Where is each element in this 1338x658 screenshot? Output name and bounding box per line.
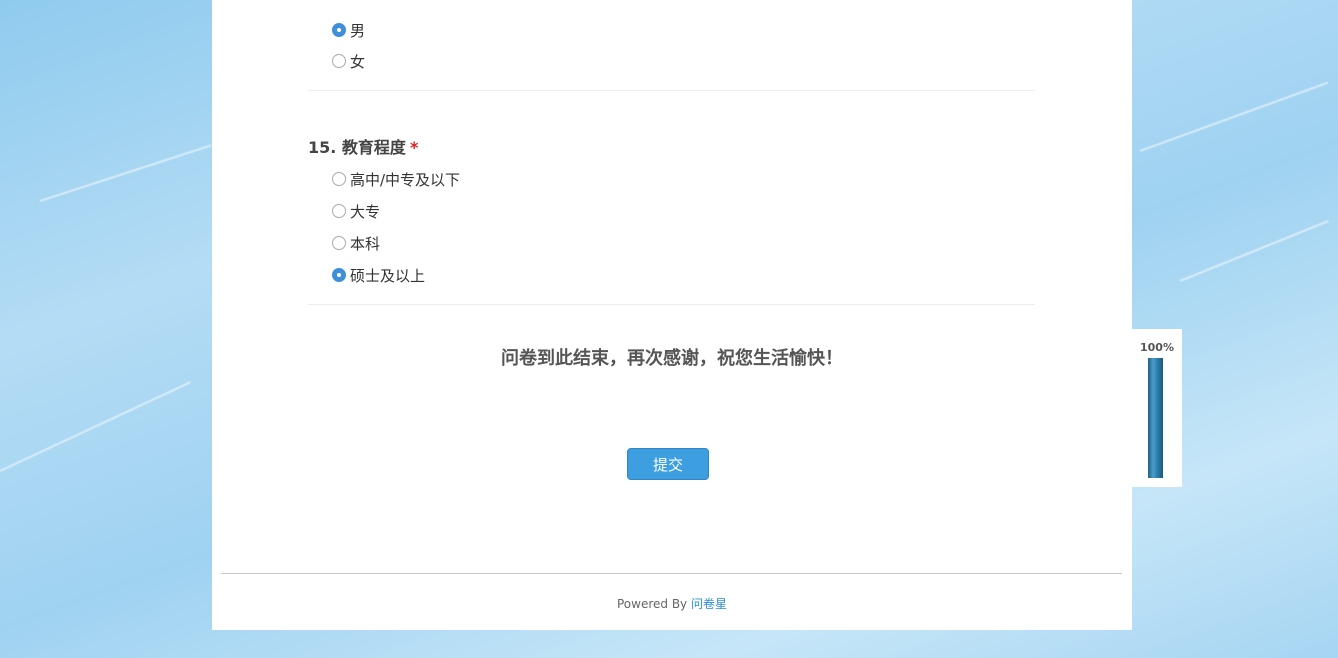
radio-button[interactable] [332, 236, 346, 250]
option-label: 男 [350, 21, 366, 40]
footer-divider [221, 573, 1122, 574]
option-label: 硕士及以上 [350, 266, 426, 285]
question-number: 15. [308, 138, 337, 157]
question-divider [308, 90, 1035, 91]
submit-button[interactable]: 提交 [627, 448, 709, 480]
survey-sheet: 男 女 15. 教育程度 * 高中/中专及以下 大专 本科 硕士及以上 问卷到此结… [212, 0, 1132, 630]
background-streak [1139, 81, 1329, 152]
end-message: 问卷到此结束，再次感谢，祝您生活愉快！ [501, 348, 843, 369]
progress-bar-fill [1148, 358, 1163, 478]
q15-option-high-school[interactable]: 高中/中专及以下 [332, 168, 460, 190]
q15-option-master-above[interactable]: 硕士及以上 [332, 264, 425, 286]
option-label: 本科 [350, 234, 381, 253]
brand-link[interactable]: 问卷星 [691, 597, 727, 611]
footer: Powered By 问卷星 [212, 595, 1132, 612]
q14-option-male[interactable]: 男 [332, 19, 365, 41]
option-label: 高中/中专及以下 [350, 170, 461, 189]
q15-option-bachelor[interactable]: 本科 [332, 232, 380, 254]
progress-bar-track [1148, 358, 1163, 478]
required-mark: * [409, 138, 419, 157]
q15-option-junior-college[interactable]: 大专 [332, 200, 380, 222]
radio-button[interactable] [332, 204, 346, 218]
radio-button-checked[interactable] [332, 268, 346, 282]
background-streak [1179, 220, 1329, 282]
q14-option-female[interactable]: 女 [332, 50, 365, 72]
background-streak [39, 144, 212, 202]
background-streak [0, 381, 191, 472]
question-14-title-clipped [308, 0, 314, 9]
radio-button-checked[interactable] [332, 23, 346, 37]
question-divider [308, 304, 1035, 305]
question-15-title: 15. 教育程度 * [308, 134, 418, 158]
question-text: 教育程度 [341, 138, 406, 157]
radio-button[interactable] [332, 172, 346, 186]
radio-button[interactable] [332, 54, 346, 68]
progress-panel: 100% [1132, 329, 1182, 487]
progress-percent: 100% [1140, 341, 1174, 354]
option-label: 大专 [350, 202, 381, 221]
option-label: 女 [350, 52, 366, 71]
powered-by-text: Powered By [616, 597, 688, 611]
